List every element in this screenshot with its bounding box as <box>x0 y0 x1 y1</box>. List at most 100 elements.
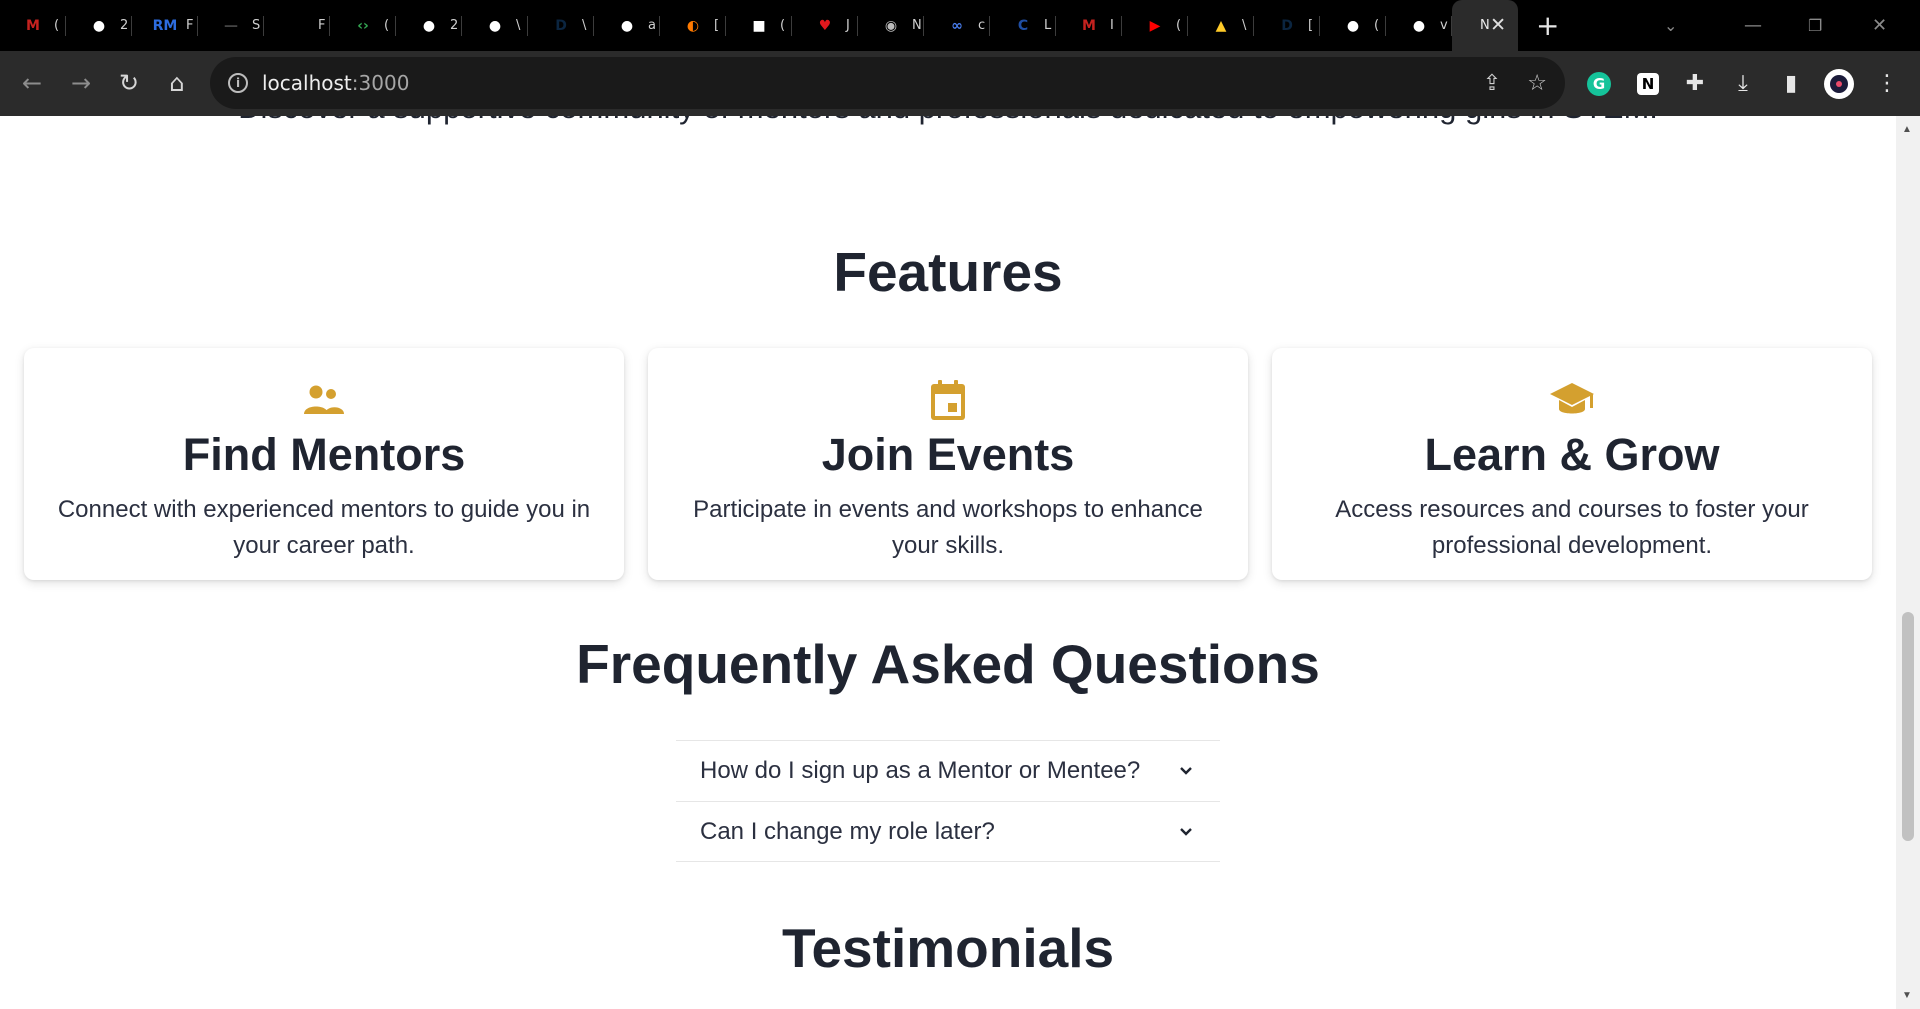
page-scrollbar[interactable]: ▲ ▼ <box>1896 116 1920 1009</box>
active-tab[interactable]: N ✕ <box>1452 0 1518 51</box>
calendar-icon: C <box>1017 17 1029 34</box>
tab-title: \ <box>516 18 521 33</box>
tab-title: N <box>912 18 922 33</box>
page-viewport: Discover a supportive community of mento… <box>0 116 1896 1009</box>
address-bar[interactable]: i localhost:3000 ⇪ ☆ <box>210 57 1565 109</box>
faq-item[interactable]: How do I sign up as a Mentor or Mentee? <box>676 740 1220 801</box>
chevron-down-icon[interactable] <box>1176 761 1196 781</box>
tab-title: L <box>1044 18 1052 33</box>
feature-card-find-mentors: Find Mentors Connect with experienced me… <box>24 348 624 580</box>
browser-tab[interactable]: ●( <box>1320 0 1386 51</box>
scroll-down-arrow-icon[interactable]: ▼ <box>1902 990 1912 1001</box>
scroll-up-arrow-icon[interactable]: ▲ <box>1902 124 1912 135</box>
browser-toolbar: ← → ↻ ⌂ i localhost:3000 ⇪ ☆ G N ✚ ⤓ ▮ ⋮ <box>0 51 1920 116</box>
tab-title: a <box>648 18 656 33</box>
url-text[interactable]: localhost:3000 <box>262 71 409 95</box>
github-icon: ● <box>488 17 502 34</box>
feature-title: Join Events <box>821 429 1075 480</box>
browser-tab[interactable]: — S <box>198 0 264 51</box>
url-port: :3000 <box>351 71 410 95</box>
download-icon[interactable]: ⤓ <box>1719 51 1767 116</box>
dev-icon: D <box>555 17 567 34</box>
feature-title: Learn & Grow <box>1424 429 1720 480</box>
tab-title: ( <box>384 18 390 33</box>
new-tab-button[interactable]: + <box>1536 9 1559 42</box>
browser-tab[interactable]: ∞ c <box>924 0 990 51</box>
tab-title: ( <box>54 18 60 33</box>
close-window-button[interactable]: ✕ <box>1872 0 1887 51</box>
tab-title: S <box>252 18 261 33</box>
tab-title: 2 <box>450 18 459 33</box>
tab-search-chevron-icon[interactable]: ⌄ <box>1664 0 1677 51</box>
browser-tab[interactable]: ♥ J <box>792 0 858 51</box>
tab-title: ( <box>780 18 786 33</box>
gmail-icon: M <box>26 17 40 34</box>
gmail-icon: M <box>1082 17 1096 34</box>
browser-tab[interactable]: ● 2 <box>66 0 132 51</box>
minimize-window-button[interactable]: — <box>1744 0 1762 51</box>
side-panel-icon[interactable]: ▮ <box>1767 51 1815 116</box>
firebase-icon: ▲ <box>1215 17 1227 34</box>
github-icon: ● <box>1346 17 1360 34</box>
browser-tab[interactable]: F <box>264 0 330 51</box>
blank-icon <box>284 13 310 39</box>
browser-tab[interactable]: CL <box>990 0 1056 51</box>
bookmark-star-icon[interactable]: ☆ <box>1527 71 1547 96</box>
close-tab-icon[interactable]: ✕ <box>1490 14 1506 36</box>
tab-title: F <box>318 18 326 33</box>
people-icon <box>24 378 624 422</box>
intro-text: Discover a supportive community of mento… <box>0 116 1896 126</box>
browser-tab[interactable]: ● 2 <box>396 0 462 51</box>
tab-title: [ <box>714 18 720 33</box>
github-icon: ● <box>1412 17 1426 34</box>
browser-menu-icon[interactable]: ⋮ <box>1863 51 1911 116</box>
github-icon: ● <box>422 17 436 34</box>
github-icon: ● <box>620 17 634 34</box>
calendar-event-icon <box>648 378 1248 422</box>
features-cards: Find Mentors Connect with experienced me… <box>24 348 1872 580</box>
home-button[interactable]: ⌂ <box>153 59 201 107</box>
url-host: localhost <box>262 71 352 95</box>
restore-window-button[interactable]: ❐ <box>1808 0 1822 51</box>
tab-title: ( <box>1374 18 1380 33</box>
grammarly-icon[interactable]: G <box>1575 51 1623 116</box>
browser-tab[interactable]: D[ <box>1254 0 1320 51</box>
tab-title: \ <box>1242 18 1247 33</box>
browser-tab[interactable]: MI <box>1056 0 1122 51</box>
browser-tab[interactable]: ● \ <box>462 0 528 51</box>
browser-tab[interactable]: ▲ \ <box>1188 0 1254 51</box>
browser-tab[interactable]: ● v <box>1386 0 1452 51</box>
faq-question: Can I change my role later? <box>700 817 995 845</box>
tab-title: \ <box>582 18 587 33</box>
browser-tab[interactable]: RM F <box>132 0 198 51</box>
white-square-icon: ■ <box>752 17 766 34</box>
graduation-cap-icon <box>1272 378 1872 422</box>
reload-button[interactable]: ↻ <box>105 59 153 107</box>
back-button[interactable]: ← <box>8 59 56 107</box>
tab-title: [ <box>1308 18 1314 33</box>
share-icon[interactable]: ⇪ <box>1483 71 1501 96</box>
browser-tab[interactable]: ■( <box>726 0 792 51</box>
feature-card-learn-grow: Learn & Grow Access resources and course… <box>1272 348 1872 580</box>
browser-tab[interactable]: D \ <box>528 0 594 51</box>
browser-tab[interactable]: ● a <box>594 0 660 51</box>
faq-item[interactable]: Can I change my role later? <box>676 801 1220 862</box>
browser-tab[interactable]: ◐[ <box>660 0 726 51</box>
omnibox-actions: ⇪ ☆ <box>1483 57 1547 109</box>
browser-tab[interactable]: ▶( <box>1122 0 1188 51</box>
forward-button[interactable]: → <box>57 59 105 107</box>
notion-icon[interactable]: N <box>1624 51 1672 116</box>
browser-tab[interactable]: ‹› ( <box>330 0 396 51</box>
scrollbar-thumb[interactable] <box>1902 612 1914 841</box>
site-info-icon[interactable]: i <box>228 73 248 93</box>
tab-title: ( <box>1176 18 1182 33</box>
chevron-down-icon[interactable] <box>1176 822 1196 842</box>
github-icon: ● <box>92 17 106 34</box>
tab-title: c <box>978 18 986 33</box>
rm-icon: RM <box>152 17 178 34</box>
browser-tab[interactable]: M( <box>0 0 66 51</box>
browser-tab[interactable]: ◉ N <box>858 0 924 51</box>
profile-avatar-icon[interactable] <box>1815 51 1863 116</box>
extensions-icon[interactable]: ✚ <box>1671 51 1719 116</box>
tab-list: M(● 2 RM F — S F ‹›(● 2 ● \ D \ ● a ◐[■(♥ J ◉ N ∞ c C L M I ▶(▲ \ D… <box>0 0 1452 51</box>
